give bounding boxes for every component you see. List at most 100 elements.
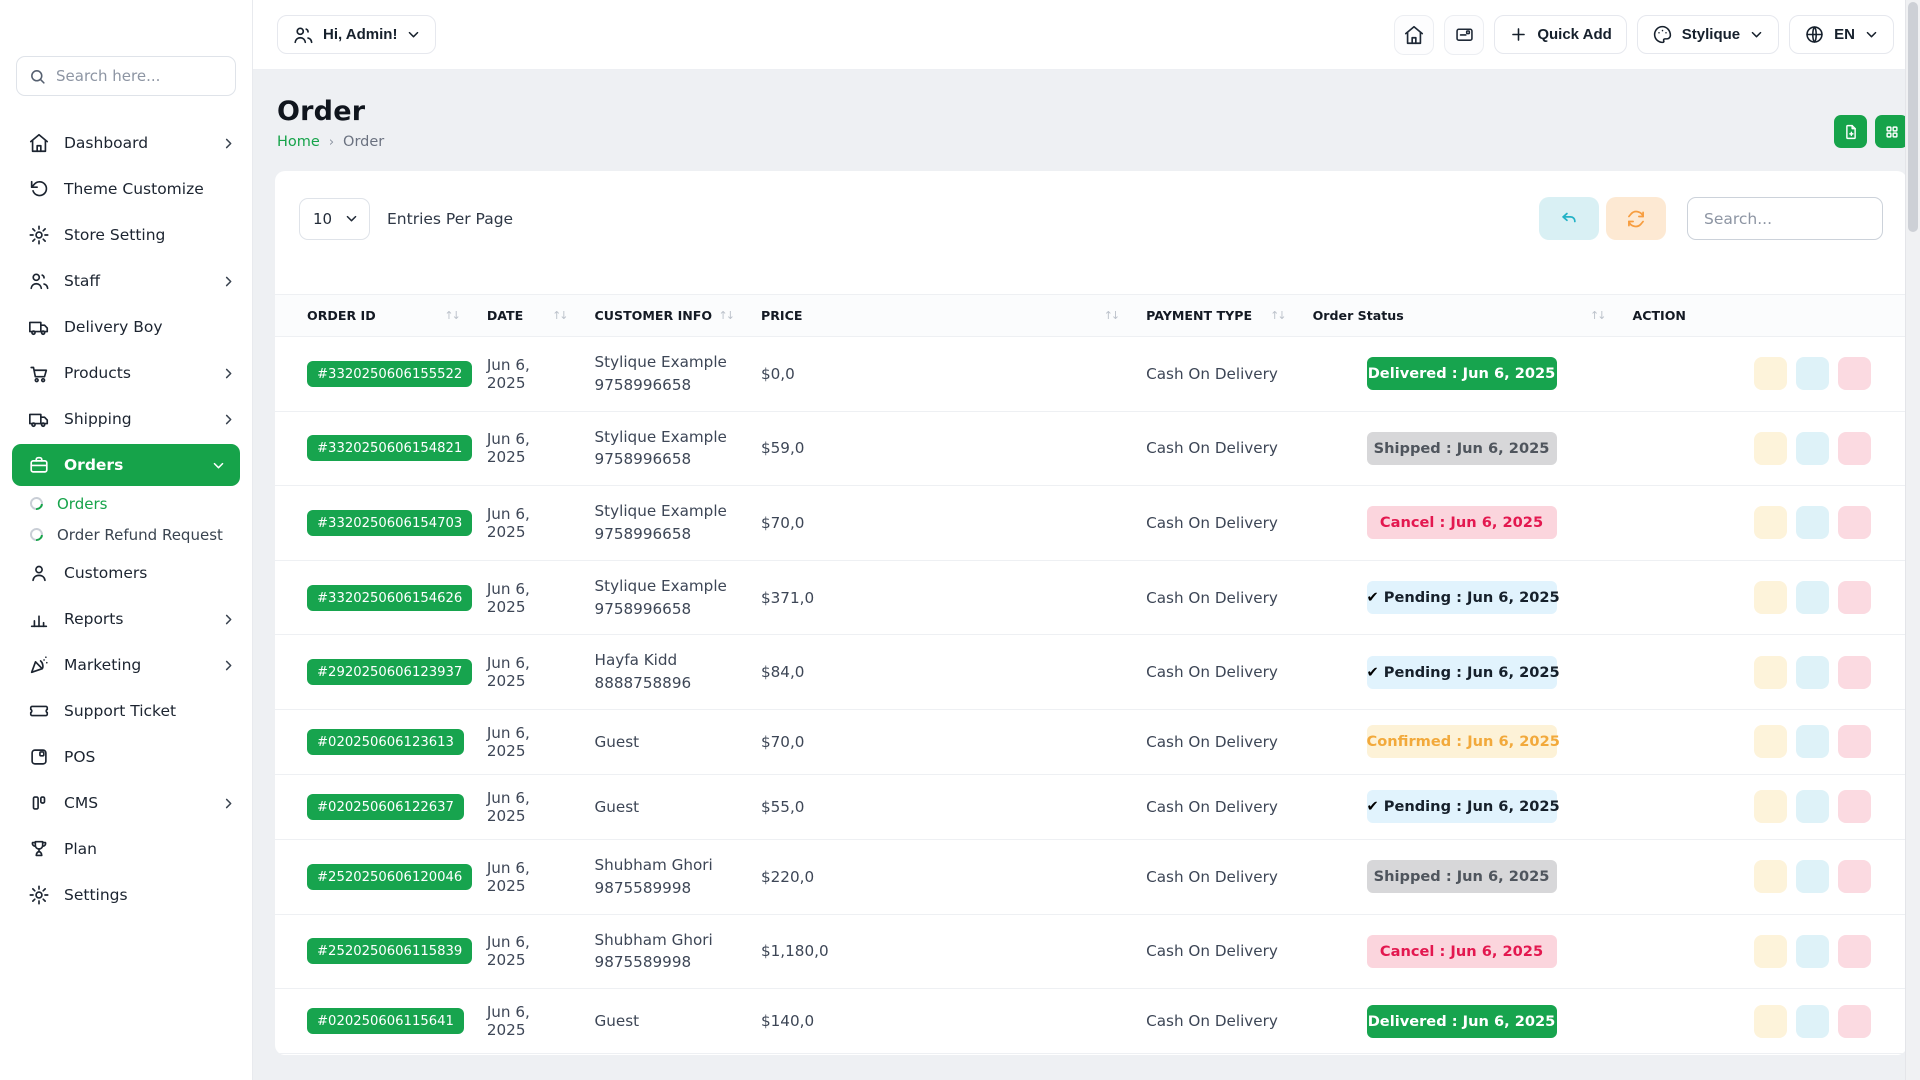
delete-order-button[interactable]	[1838, 432, 1871, 465]
action-cell	[1616, 486, 1907, 561]
ticket-icon	[28, 700, 50, 722]
edit-order-button[interactable]	[1796, 860, 1829, 893]
sidebar-item-pos[interactable]: POS	[0, 734, 252, 780]
edit-order-button[interactable]	[1796, 432, 1829, 465]
sort-icon[interactable]: ↑↓	[552, 309, 572, 322]
sort-icon[interactable]: ↑↓	[1104, 309, 1124, 322]
sidebar-item-products[interactable]: Products	[0, 350, 252, 396]
sort-icon[interactable]: ↑↓	[719, 309, 739, 322]
action-cell	[1616, 839, 1907, 914]
pos-card-button[interactable]	[1444, 15, 1484, 55]
order-id-badge[interactable]: #2520250606115839	[307, 938, 472, 964]
order-date-cell: Jun 6, 2025	[471, 560, 579, 635]
sidebar-item-theme-customize[interactable]: Theme Customize	[0, 166, 252, 212]
sort-icon[interactable]: ↑↓	[444, 309, 464, 322]
sidebar-item-reports[interactable]: Reports	[0, 596, 252, 642]
view-order-button[interactable]	[1754, 790, 1787, 823]
delete-order-button[interactable]	[1838, 581, 1871, 614]
sidebar-item-staff[interactable]: Staff	[0, 258, 252, 304]
sidebar-item-orders[interactable]: Orders	[12, 444, 240, 486]
sidebar-item-settings[interactable]: Settings	[0, 872, 252, 918]
edit-order-button[interactable]	[1796, 790, 1829, 823]
order-id-badge[interactable]: #3320250606154821	[307, 435, 472, 461]
entries-per-page-select[interactable]: 10	[299, 198, 370, 240]
sidebar-item-plan[interactable]: Plan	[0, 826, 252, 872]
delete-order-button[interactable]	[1838, 725, 1871, 758]
delete-order-button[interactable]	[1838, 935, 1871, 968]
delete-order-button[interactable]	[1838, 656, 1871, 689]
sidebar-item-shipping[interactable]: Shipping	[0, 396, 252, 442]
edit-order-button[interactable]	[1796, 656, 1829, 689]
sort-icon[interactable]: ↑↓	[1590, 309, 1610, 322]
sort-icon[interactable]: ↑↓	[1270, 309, 1290, 322]
column-header-price[interactable]: PRICE↑↓	[745, 295, 1130, 337]
sidebar-search-input[interactable]	[56, 67, 223, 85]
delete-order-button[interactable]	[1838, 357, 1871, 390]
edit-order-button[interactable]	[1796, 1005, 1829, 1038]
store-switcher-button[interactable]: Stylique	[1637, 15, 1779, 54]
edit-order-button[interactable]	[1796, 581, 1829, 614]
delete-order-button[interactable]	[1838, 506, 1871, 539]
column-header-customer-info[interactable]: CUSTOMER INFO↑↓	[579, 295, 745, 337]
grid-view-button[interactable]	[1875, 115, 1908, 148]
sidebar-item-marketing[interactable]: Marketing	[0, 642, 252, 688]
scrollbar[interactable]	[1905, 0, 1920, 1080]
refresh-button[interactable]	[1606, 197, 1666, 240]
table-row: #020250606115641 Jun 6, 2025 Guest $140,…	[275, 989, 1907, 1054]
order-id-badge[interactable]: #3320250606155522	[307, 361, 472, 387]
order-id-badge[interactable]: #3320250606154626	[307, 585, 472, 611]
edit-order-button[interactable]	[1796, 506, 1829, 539]
action-cell	[1616, 774, 1907, 839]
sidebar-item-cms[interactable]: CMS	[0, 780, 252, 826]
view-order-button[interactable]	[1754, 357, 1787, 390]
view-order-button[interactable]	[1754, 656, 1787, 689]
view-order-button[interactable]	[1754, 935, 1787, 968]
delete-order-button[interactable]	[1838, 790, 1871, 823]
sidebar-subitem-orders[interactable]: Orders	[0, 488, 252, 519]
order-id-badge[interactable]: #2520250606120046	[307, 864, 472, 890]
sidebar-item-store-setting[interactable]: Store Setting	[0, 212, 252, 258]
order-id-badge[interactable]: #020250606122637	[307, 794, 464, 820]
edit-order-button[interactable]	[1796, 935, 1829, 968]
sidebar-item-customers[interactable]: Customers	[0, 550, 252, 596]
gear-icon	[28, 884, 50, 906]
edit-order-button[interactable]	[1796, 357, 1829, 390]
storefront-button[interactable]	[1394, 15, 1434, 55]
undo-button[interactable]	[1539, 197, 1599, 240]
order-id-badge[interactable]: #3320250606154703	[307, 510, 472, 536]
view-order-button[interactable]	[1754, 725, 1787, 758]
column-header-order-status[interactable]: Order Status↑↓	[1297, 295, 1617, 337]
admin-menu-button[interactable]: Hi, Admin!	[277, 15, 436, 54]
edit-order-button[interactable]	[1796, 725, 1829, 758]
view-order-button[interactable]	[1754, 860, 1787, 893]
export-file-button[interactable]	[1834, 115, 1867, 148]
order-id-badge[interactable]: #020250606115641	[307, 1008, 464, 1034]
column-header-payment-type[interactable]: PAYMENT TYPE↑↓	[1130, 295, 1296, 337]
view-order-button[interactable]	[1754, 581, 1787, 614]
column-header-order-id[interactable]: ORDER ID↑↓	[275, 295, 471, 337]
order-id-badge[interactable]: #020250606123613	[307, 729, 464, 755]
quick-add-button[interactable]: Quick Add	[1494, 15, 1626, 54]
chevron-icon	[221, 412, 236, 427]
view-order-button[interactable]	[1754, 506, 1787, 539]
sidebar-item-dashboard[interactable]: Dashboard	[0, 120, 252, 166]
sidebar-item-support-ticket[interactable]: Support Ticket	[0, 688, 252, 734]
customer-info-cell: Guest	[579, 774, 745, 839]
breadcrumb-home-link[interactable]: Home	[277, 134, 320, 150]
order-id-badge[interactable]: #2920250606123937	[307, 659, 472, 685]
sidebar-item-delivery-boy[interactable]: Delivery Boy	[0, 304, 252, 350]
view-order-button[interactable]	[1754, 1005, 1787, 1038]
scrollbar-thumb[interactable]	[1908, 2, 1918, 232]
sidebar-search[interactable]	[16, 56, 236, 96]
language-button[interactable]: EN	[1789, 15, 1894, 54]
entries-value: 10	[313, 210, 332, 228]
table-search-input[interactable]	[1687, 197, 1883, 240]
delete-order-button[interactable]	[1838, 860, 1871, 893]
delete-order-button[interactable]	[1838, 1005, 1871, 1038]
order-date-cell: Jun 6, 2025	[471, 486, 579, 561]
home-icon	[28, 132, 50, 154]
sidebar-subitem-order-refund-request[interactable]: Order Refund Request	[0, 519, 252, 550]
view-order-button[interactable]	[1754, 432, 1787, 465]
column-header-date[interactable]: DATE↑↓	[471, 295, 579, 337]
order-price-cell: $371,0	[745, 560, 1130, 635]
